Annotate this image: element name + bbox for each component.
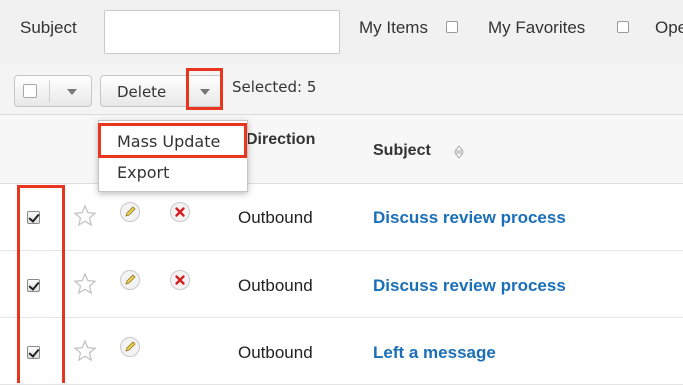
select-all-checkbox[interactable] (23, 84, 37, 98)
x-circle-icon[interactable] (169, 269, 191, 291)
row-subject-link[interactable]: Discuss review process (373, 208, 566, 228)
my-favorites-checkbox[interactable] (617, 21, 629, 33)
actions-dropdown-menu: Mass Update Export (98, 120, 248, 192)
row-direction: Outbound (238, 208, 313, 227)
divider (188, 80, 189, 102)
star-outline-icon[interactable] (73, 204, 97, 228)
action-bar: Delete Selected: 5 (0, 64, 683, 115)
star-outline-icon[interactable] (73, 272, 97, 296)
filter-bar: Subject My Items My Favorites Ope (0, 0, 683, 65)
table-row: Outbound Discuss review process (0, 251, 683, 318)
menu-item-mass-update[interactable]: Mass Update (117, 132, 220, 151)
subject-filter-label: Subject (20, 18, 77, 37)
column-header-direction[interactable]: Direction (246, 131, 315, 149)
star-outline-icon[interactable] (73, 339, 97, 363)
my-favorites-label: My Favorites (488, 18, 586, 37)
row-checkbox[interactable] (27, 346, 40, 359)
selected-count: Selected: 5 (232, 78, 317, 96)
row-subject-link[interactable]: Left a message (373, 343, 496, 363)
x-circle-icon[interactable] (169, 201, 191, 223)
row-checkbox[interactable] (27, 279, 40, 292)
column-header-subject[interactable]: Subject (373, 142, 431, 160)
my-items-checkbox[interactable] (446, 21, 458, 33)
table-row: Outbound Left a message (0, 318, 683, 385)
pencil-icon[interactable] (119, 269, 141, 291)
pencil-icon[interactable] (119, 201, 141, 223)
row-subject-link[interactable]: Discuss review process (373, 276, 566, 296)
table-row: Outbound Discuss review process (0, 184, 683, 251)
menu-item-export[interactable]: Export (117, 163, 169, 182)
select-all-dropdown[interactable] (14, 75, 92, 107)
pencil-icon[interactable] (119, 336, 141, 358)
row-direction: Outbound (238, 343, 313, 362)
delete-button-label: Delete (117, 83, 167, 101)
chevron-down-icon[interactable] (200, 89, 210, 95)
divider (49, 80, 50, 102)
open-only-label: Ope (655, 18, 683, 37)
chevron-down-icon[interactable] (67, 89, 77, 95)
my-items-label: My Items (359, 18, 428, 37)
row-direction: Outbound (238, 276, 313, 295)
row-checkbox[interactable] (27, 211, 40, 224)
delete-button[interactable]: Delete (100, 75, 222, 107)
sort-arrows-icon[interactable] (454, 145, 464, 159)
subject-filter-input[interactable] (104, 10, 340, 54)
